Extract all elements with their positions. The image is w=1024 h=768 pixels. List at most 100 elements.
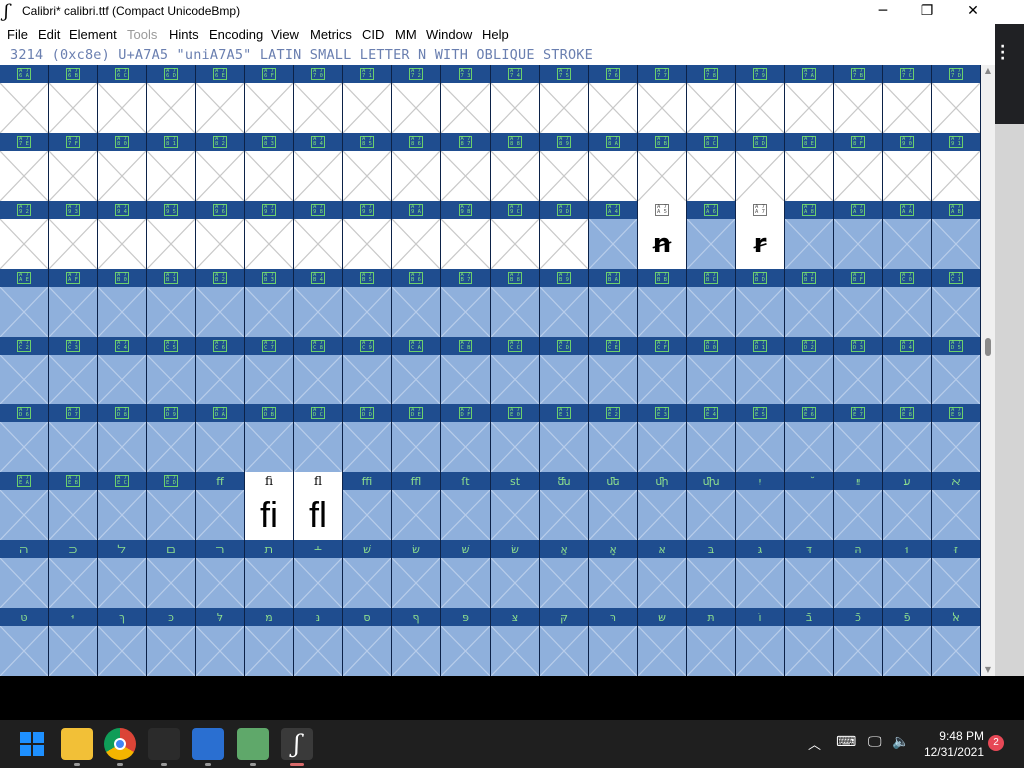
menu-element[interactable]: Element	[69, 27, 117, 42]
glyph-cell[interactable]	[638, 83, 687, 133]
glyph-label[interactable]: A 7 B 5	[343, 269, 392, 287]
glyph-label[interactable]: A 7 8 4	[294, 133, 343, 151]
glyph-cell[interactable]	[932, 626, 981, 676]
glyph-cell[interactable]	[294, 287, 343, 337]
glyph-label[interactable]: A 7 C 9	[343, 337, 392, 355]
glyph-label[interactable]: A 7 C A	[392, 337, 441, 355]
glyph-cell[interactable]	[441, 287, 491, 337]
clock-time[interactable]: 9:48 PM	[924, 729, 984, 743]
glyph-cell[interactable]	[343, 287, 392, 337]
menu-metrics[interactable]: Metrics	[310, 27, 352, 42]
glyph-label[interactable]: A 7 7 0	[294, 65, 343, 83]
glyph-label[interactable]: A 7 A 6	[687, 201, 736, 219]
glyph-cell[interactable]	[883, 151, 932, 201]
glyph-cell[interactable]	[491, 83, 540, 133]
glyph-label[interactable]: A 7 A 7	[736, 201, 785, 219]
glyph-cell[interactable]	[736, 83, 785, 133]
glyph-label[interactable]: A 7 A F	[49, 269, 98, 287]
glyph-label[interactable]: צּ	[491, 608, 540, 626]
glyph-cell[interactable]	[294, 626, 343, 676]
glyph-cell[interactable]	[932, 287, 981, 337]
scroll-up-arrow-icon[interactable]: ▲	[981, 65, 995, 77]
glyph-label[interactable]: A 7 7 4	[491, 65, 540, 83]
menu-mm[interactable]: MM	[395, 27, 417, 42]
glyph-label[interactable]: A 7 7 F	[49, 133, 98, 151]
glyph-cell[interactable]	[392, 558, 441, 608]
glyph-label[interactable]: A 7 D 0	[687, 337, 736, 355]
glyph-label[interactable]: A 7 D F	[441, 404, 491, 422]
glyph-label[interactable]: A 7 9 4	[98, 201, 147, 219]
glyph-cell[interactable]	[785, 151, 834, 201]
glyph-label[interactable]: תּ	[687, 608, 736, 626]
glyph-cell[interactable]	[736, 626, 785, 676]
glyph-label[interactable]: A 7 7 5	[540, 65, 589, 83]
glyph-cell[interactable]	[834, 219, 883, 269]
glyph-label[interactable]: מּ	[245, 608, 294, 626]
glyph-label[interactable]: ﬔ	[589, 472, 638, 490]
glyph-label[interactable]: A 7 B 7	[441, 269, 491, 287]
glyph-cell[interactable]	[638, 626, 687, 676]
glyph-cell[interactable]	[98, 83, 147, 133]
glyph-label[interactable]: A 7 8 C	[687, 133, 736, 151]
glyph-label[interactable]: A 7 A 5	[638, 201, 687, 219]
glyph-label[interactable]: יִ	[736, 472, 785, 490]
glyph-cell[interactable]	[392, 219, 441, 269]
glyph-cell[interactable]	[883, 490, 932, 540]
glyph-label[interactable]: A 7 6 F	[245, 65, 294, 83]
glyph-cell[interactable]	[147, 151, 196, 201]
glyph-cell[interactable]	[589, 355, 638, 404]
glyph-cell[interactable]	[245, 287, 294, 337]
glyph-cell[interactable]	[392, 422, 441, 472]
glyph-cell[interactable]	[932, 219, 981, 269]
glyph-label[interactable]: A 7 9 0	[883, 133, 932, 151]
glyph-cell[interactable]	[883, 626, 932, 676]
glyph-label[interactable]: ſt	[441, 472, 491, 490]
glyph-cell[interactable]	[196, 355, 245, 404]
glyph-label[interactable]: A 7 7 D	[932, 65, 981, 83]
glyph-label[interactable]: ﬧ	[196, 540, 245, 558]
glyph-label[interactable]: ﬣ	[0, 540, 49, 558]
glyph-cell[interactable]	[638, 355, 687, 404]
glyph-label[interactable]: A 7 B 9	[540, 269, 589, 287]
glyph-cell[interactable]	[245, 626, 294, 676]
glyph-label[interactable]: A 7 C 2	[0, 337, 49, 355]
glyph-label[interactable]: A 7 B 3	[245, 269, 294, 287]
glyph-cell[interactable]	[687, 287, 736, 337]
glyph-cell[interactable]	[441, 355, 491, 404]
glyph-cell[interactable]	[294, 83, 343, 133]
glyph-label[interactable]: ﬦ	[147, 540, 196, 558]
glyph-cell[interactable]	[49, 558, 98, 608]
glyph-cell[interactable]	[540, 151, 589, 201]
glyph-label[interactable]: A 7 8 9	[540, 133, 589, 151]
glyph-label[interactable]: A 7 8 2	[196, 133, 245, 151]
glyph-label[interactable]: A 7 B 8	[491, 269, 540, 287]
menu-tools[interactable]: Tools	[127, 27, 157, 42]
glyph-label[interactable]: כֿ	[834, 608, 883, 626]
glyph-label[interactable]: ﬥ	[98, 540, 147, 558]
glyph-cell[interactable]	[883, 287, 932, 337]
glyph-cell[interactable]	[491, 626, 540, 676]
glyph-label[interactable]: ﬞ	[785, 472, 834, 490]
glyph-cell[interactable]	[736, 355, 785, 404]
glyph-cell[interactable]	[785, 626, 834, 676]
glyph-cell[interactable]	[441, 626, 491, 676]
glyph-cell[interactable]	[392, 490, 441, 540]
glyph-label[interactable]: A 7 9 7	[245, 201, 294, 219]
glyph-label[interactable]: A 7 B C	[687, 269, 736, 287]
start-icon[interactable]	[16, 728, 48, 760]
glyph-label[interactable]: A 7 E 4	[687, 404, 736, 422]
glyph-label[interactable]: וּ	[883, 540, 932, 558]
glyph-label[interactable]: ףּ	[392, 608, 441, 626]
glyph-cell[interactable]	[785, 490, 834, 540]
glyph-label[interactable]: A 7 7 A	[785, 65, 834, 83]
scroll-down-arrow-icon[interactable]: ▼	[981, 664, 995, 676]
glyph-label[interactable]: A 7 A 4	[589, 201, 638, 219]
glyph-label[interactable]: A 7 E 0	[491, 404, 540, 422]
glyph-label[interactable]: זּ	[932, 540, 981, 558]
glyph-label[interactable]: גּ	[736, 540, 785, 558]
glyph-label[interactable]: A 7 9 D	[540, 201, 589, 219]
menu-edit[interactable]: Edit	[38, 27, 60, 42]
glyph-label[interactable]: A 7 E A	[0, 472, 49, 490]
glyph-label[interactable]: A 7 D 6	[0, 404, 49, 422]
glyph-cell[interactable]	[196, 151, 245, 201]
